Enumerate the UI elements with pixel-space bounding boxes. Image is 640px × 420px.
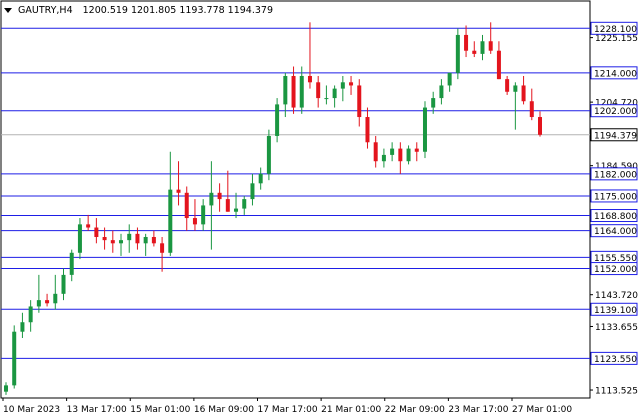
candle-body[interactable] [135,233,140,244]
candle-body[interactable] [258,173,263,184]
candle-body[interactable] [4,385,8,392]
price-tick-label: 1133.655 [595,323,638,333]
candle-body[interactable] [143,236,148,244]
level-label: 1175.000 [594,192,637,202]
date-tick-label: 22 Mar 09:00 [385,405,445,415]
candle-body[interactable] [521,85,526,102]
candle-body[interactable] [472,50,477,54]
candle-body[interactable] [455,34,460,73]
candle-body[interactable] [439,85,444,99]
candle-body[interactable] [77,224,82,253]
candle-body[interactable] [291,75,296,108]
date-tick-label: 21 Mar 01:00 [321,405,381,415]
candle-body[interactable] [307,75,312,83]
candle-body[interactable] [340,82,345,89]
candle-body[interactable] [119,240,124,244]
candle-body[interactable] [496,50,501,80]
candle-body[interactable] [431,98,436,108]
candle-body[interactable] [151,236,156,244]
candle-body[interactable] [398,148,403,162]
candle-body[interactable] [225,199,230,212]
date-tick-label: 16 Mar 09:00 [194,405,254,415]
candle-body[interactable] [12,331,17,386]
candle-body[interactable] [529,101,534,118]
level-label: 1139.100 [594,306,637,316]
candle-body[interactable] [447,72,452,86]
candle-body[interactable] [28,306,33,323]
candle-body[interactable] [176,189,181,193]
candle-body[interactable] [381,154,386,162]
level-label: 1123.550 [594,355,637,365]
candle-body[interactable] [505,79,510,92]
current-price-label: 1194.379 [594,131,637,141]
level-label: 1228.100 [594,25,637,35]
candle-body[interactable] [242,199,247,209]
candle-body[interactable] [373,142,378,162]
candle-body[interactable] [184,192,189,219]
candle-body[interactable] [513,85,518,92]
candle-body[interactable] [316,82,321,99]
candle-body[interactable] [20,322,25,332]
candle-body[interactable] [86,224,91,228]
candle-body[interactable] [357,85,362,118]
candle-body[interactable] [234,208,239,212]
candle-body[interactable] [209,192,214,206]
price-chart[interactable]: 1225.1551204.7201184.5901164.0001143.720… [0,0,640,420]
date-tick-label: 10 Mar 2023 [3,405,60,415]
chart-window[interactable]: GAUTRY,H4 1200.519 1201.805 1193.778 119… [0,0,640,420]
candle-body[interactable] [538,117,542,135]
candle-body[interactable] [422,107,427,152]
candle-body[interactable] [217,192,222,200]
level-label: 1168.800 [594,212,637,222]
candle-body[interactable] [480,41,485,54]
candle-body[interactable] [192,218,197,225]
candle-body[interactable] [464,34,469,51]
candle-body[interactable] [94,227,99,237]
price-tick-label: 1113.525 [595,387,638,397]
candle-body[interactable] [250,183,255,200]
candle-body[interactable] [53,293,58,304]
candle-body[interactable] [414,148,419,152]
plot-frame [0,0,591,399]
price-tick-label: 1225.155 [595,34,638,44]
level-label: 1152.000 [594,265,637,275]
candle-body[interactable] [283,75,288,105]
candle-body[interactable] [390,148,395,155]
candle-body[interactable] [36,300,41,307]
level-label: 1214.000 [594,69,637,79]
candle-body[interactable] [349,82,354,86]
candle-body[interactable] [110,240,115,244]
candle-body[interactable] [127,233,132,241]
date-tick-label: 13 Mar 17:00 [67,405,127,415]
candle-body[interactable] [201,205,206,225]
candle-body[interactable] [275,104,280,136]
date-tick-label: 15 Mar 01:00 [130,405,190,415]
candle-body[interactable] [45,300,50,304]
date-tick-label: 23 Mar 17:00 [448,405,508,415]
candle-body[interactable] [160,243,165,253]
level-label: 1202.000 [594,107,637,117]
candle-body[interactable] [332,88,337,99]
candle-body[interactable] [168,189,173,253]
date-tick-label: 17 Mar 17:00 [258,405,318,415]
candle-body[interactable] [266,135,271,174]
candle-body[interactable] [102,236,107,241]
candle-body[interactable] [299,75,304,108]
candle-body[interactable] [365,117,370,143]
candle-body[interactable] [406,148,411,162]
candle-body[interactable] [61,274,66,294]
date-tick-label: 27 Mar 01:00 [512,405,572,415]
level-label: 1164.000 [594,227,637,237]
candle-body[interactable] [324,98,329,100]
price-tick-label: 1143.720 [595,291,638,301]
candle-body[interactable] [488,41,493,51]
level-label: 1182.000 [594,170,637,180]
candle-body[interactable] [69,252,74,275]
